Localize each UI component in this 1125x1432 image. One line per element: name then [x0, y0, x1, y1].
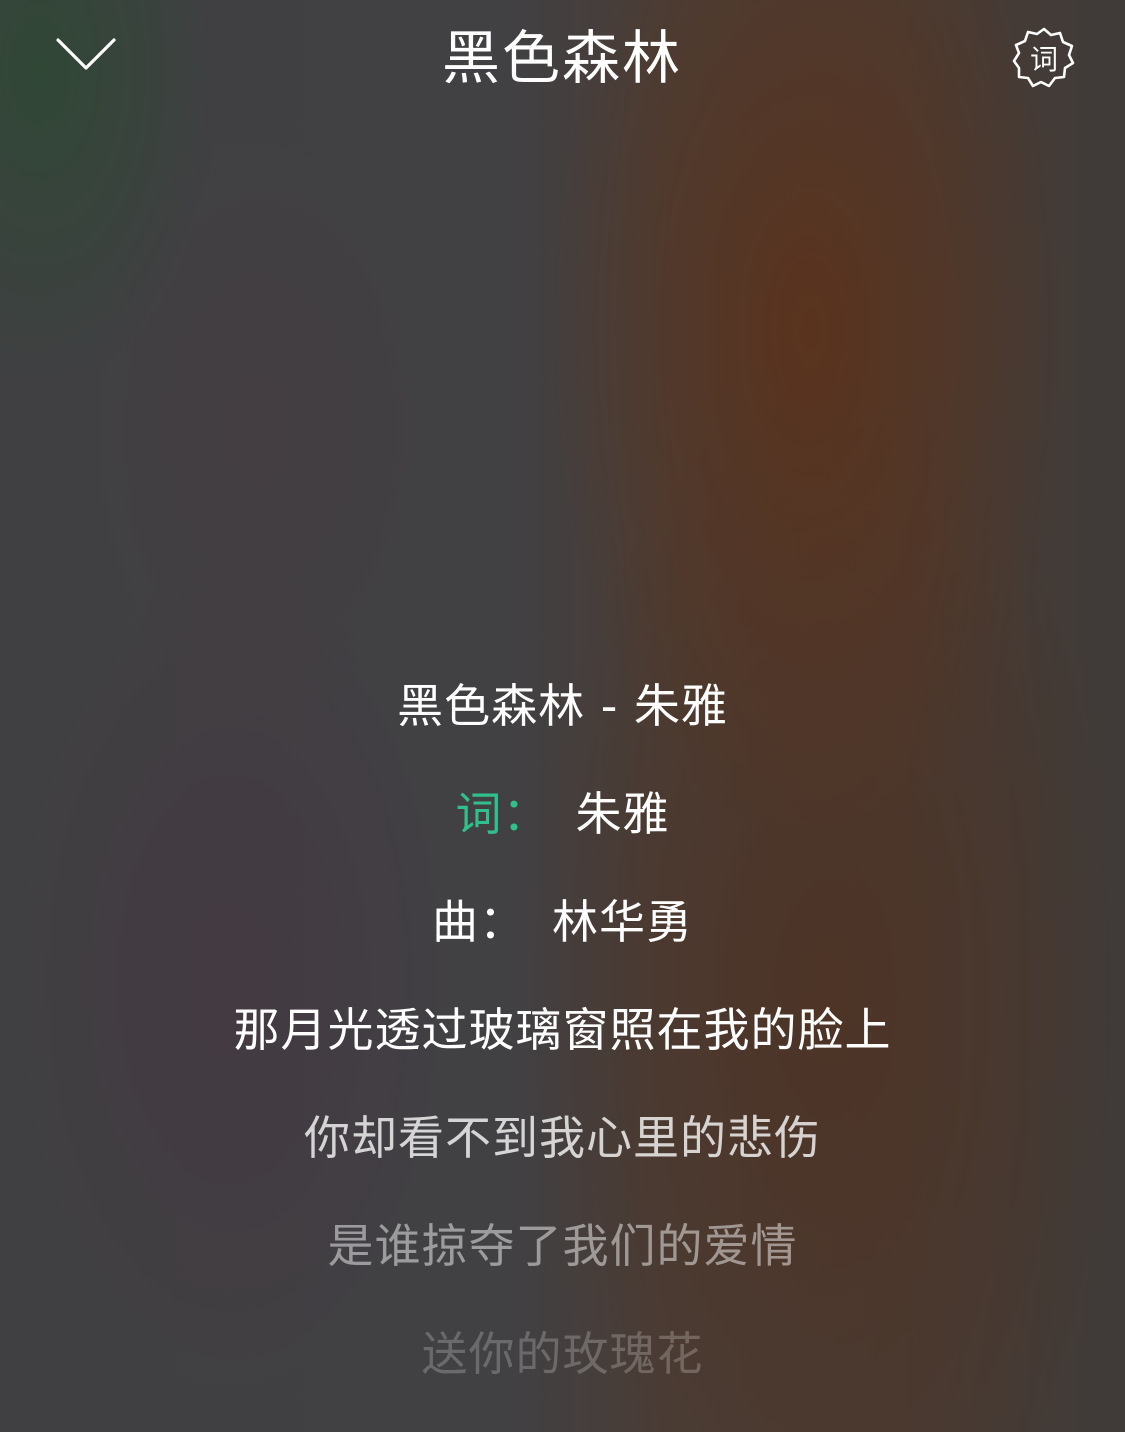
chevron-down-icon: [56, 38, 116, 70]
page-title: 黑色森林: [441, 24, 682, 92]
composer-line: 曲： 林华勇: [0, 868, 1125, 976]
lyric-line: 是谁掠夺了我们的爱情: [327, 1219, 798, 1273]
lyrics-badge-icon: 词: [1012, 27, 1075, 88]
lyric-line: 那月光透过玻璃窗照在我的脸上: [233, 1003, 892, 1057]
lyric-line: 你却看不到我心里的悲伤: [304, 1111, 821, 1165]
lyricist-line: 词： 朱雅: [0, 760, 1125, 868]
composer-label: 曲：: [432, 895, 526, 949]
song-title-artist: 黑色森林 - 朱雅: [397, 679, 728, 733]
song-title-line: 黑色森林 - 朱雅: [0, 652, 1125, 760]
collapse-button[interactable]: [46, 20, 126, 90]
lyrics-panel: 黑色森林 - 朱雅 词： 朱雅 曲： 林华勇 那月光透过玻璃窗照在我的脸上 你却看不…: [0, 652, 1125, 1408]
top-bar: 黑色森林 词: [0, 0, 1125, 120]
lyrics-settings-button[interactable]: 词: [1004, 18, 1084, 98]
lyrics-screen: 黑色森林 词 黑色森林 - 朱雅 词： 朱雅 曲： 林华勇 那月光透过玻璃窗照在我的…: [0, 0, 1125, 1432]
lyric-line: 送你的玫瑰花: [421, 1327, 704, 1381]
lyrics-badge-label: 词: [1030, 43, 1058, 76]
lyricist-label: 词：: [455, 787, 550, 841]
composer-name: 林华勇: [552, 895, 693, 949]
lyricist-name: 朱雅: [575, 787, 670, 841]
